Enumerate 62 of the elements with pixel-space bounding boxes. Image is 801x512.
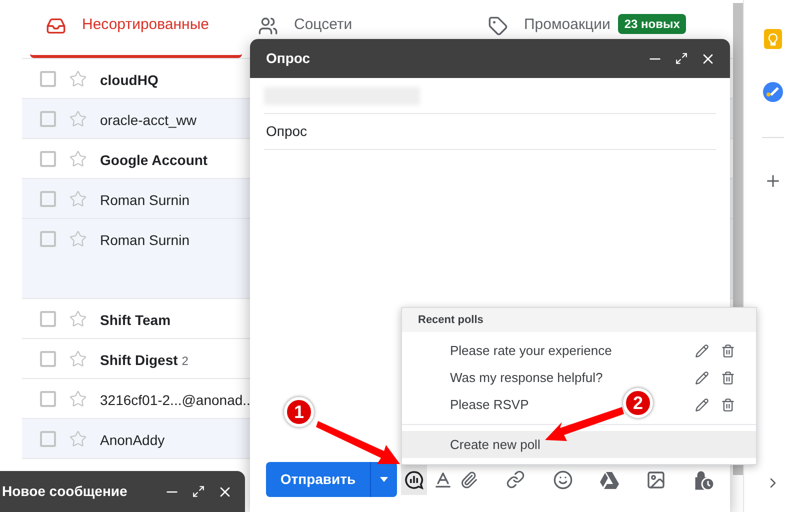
checkbox[interactable] [40,151,56,167]
emoji-icon[interactable] [553,470,573,490]
inbox-icon [46,16,66,36]
poll-title[interactable]: Was my response helpful? [450,368,603,388]
star-icon[interactable] [69,150,87,168]
sender-name: Shift Team [100,311,171,330]
checkbox[interactable] [40,111,56,127]
create-poll-item[interactable]: Create new poll [402,431,756,458]
category-tab[interactable]: Промоакции 23 новых [472,0,712,58]
image-icon[interactable] [646,470,666,490]
sender-name: oracle-acct_ww [100,111,196,130]
sender-name: Roman Surnin [100,191,190,210]
star-icon[interactable] [69,390,87,408]
star-icon[interactable] [69,110,87,128]
checkbox[interactable] [40,231,56,247]
sender-name: cloudHQ [100,71,158,90]
subject-field[interactable]: Опрос [264,121,308,142]
window-title: Новое сообщение [2,482,128,501]
poll-icon [404,470,424,490]
checkbox[interactable] [40,311,56,327]
lock-clock-icon[interactable] [693,468,715,490]
star-icon[interactable] [69,310,87,328]
checkbox[interactable] [40,391,56,407]
edit-icon[interactable] [695,398,709,412]
star-icon[interactable] [69,430,87,448]
menu-heading: Recent polls [418,312,484,328]
star-icon[interactable] [69,190,87,208]
message-count: 2 [182,353,188,370]
expand-icon[interactable] [675,52,688,65]
drive-icon[interactable] [599,470,619,488]
star-icon[interactable] [69,350,87,368]
edit-icon[interactable] [695,370,709,384]
delete-icon[interactable] [721,344,735,358]
tag-icon [488,16,508,36]
caret-icon [380,477,388,482]
poll-title[interactable]: Please RSVP [450,394,529,414]
attach-icon[interactable] [460,470,478,488]
checkbox[interactable] [40,431,56,447]
checkbox[interactable] [40,351,56,367]
checkbox[interactable] [40,191,56,207]
send-button[interactable]: Отправить [266,462,370,497]
window-title: Опрос [266,49,310,68]
star-icon[interactable] [69,70,87,88]
check-circle-icon[interactable] [762,82,782,102]
sender-name: Google Account [100,151,208,170]
sender-name: 3216cf01-2...@anonad.. [100,391,250,410]
poll-title[interactable]: Please rate your experience [450,340,612,360]
edit-icon[interactable] [695,344,709,358]
sender-name: Roman Surnin [100,231,190,250]
send-options-button[interactable] [370,462,397,497]
checkbox[interactable] [40,71,56,87]
delete-icon[interactable] [721,370,735,384]
poll-button[interactable] [401,464,427,494]
expand-icon[interactable] [192,485,205,498]
sender-name: AnonAddy [100,431,165,450]
people-icon [258,16,278,36]
sender-name: Shift Digest [100,351,178,370]
text-format-icon[interactable] [433,470,453,490]
new-count-badge: 23 новых [618,14,686,34]
delete-icon[interactable] [721,398,735,412]
star-icon[interactable] [69,230,87,248]
link-icon[interactable] [506,470,525,489]
